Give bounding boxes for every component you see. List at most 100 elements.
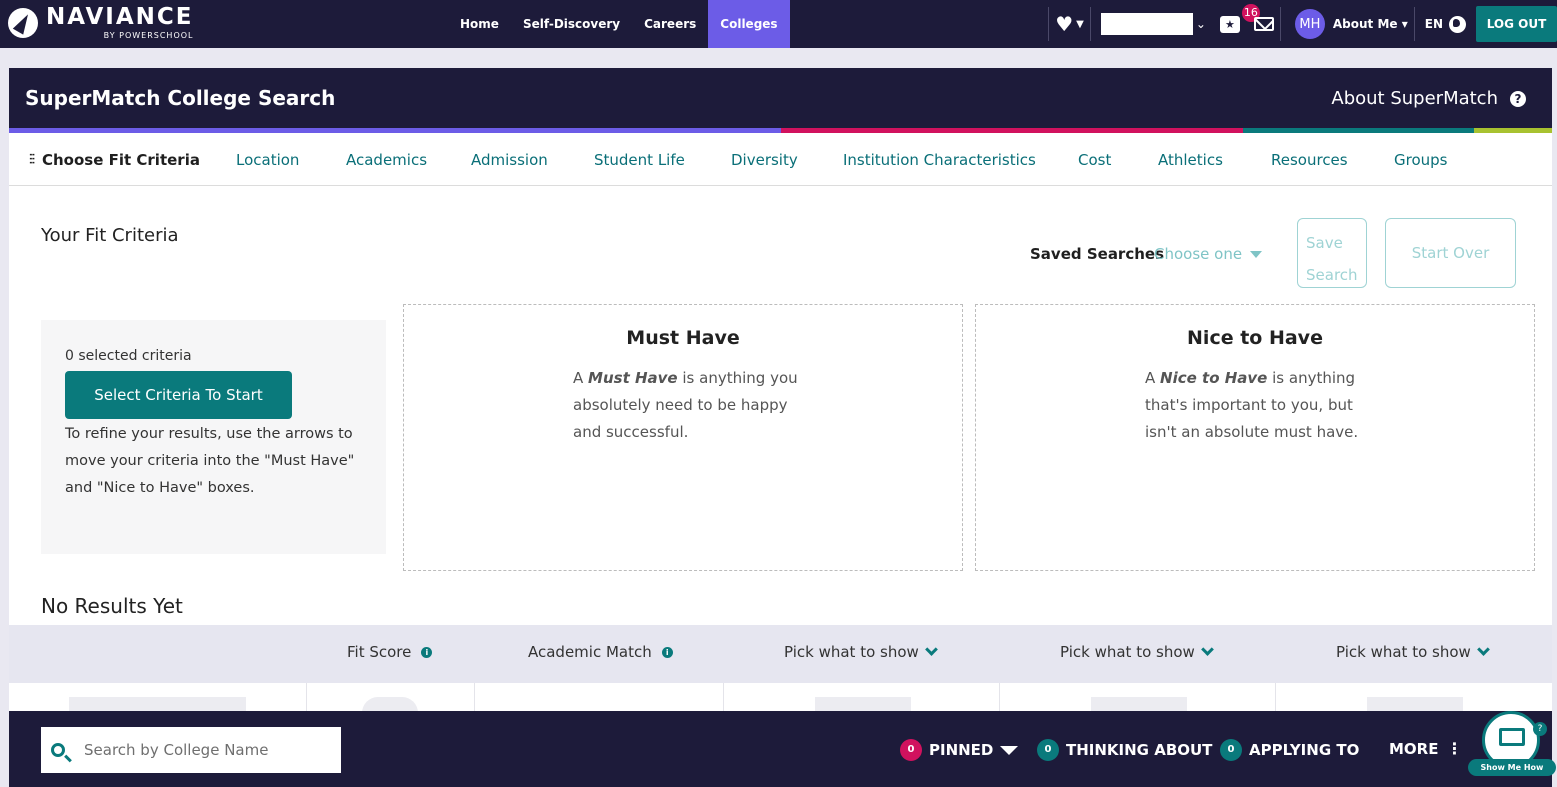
tab-student-life[interactable]: Student Life bbox=[594, 151, 685, 169]
select-criteria-button[interactable]: Select Criteria To Start bbox=[65, 371, 292, 419]
pinned-tab[interactable]: 0 PINNED bbox=[900, 739, 1019, 761]
nav-self-discovery[interactable]: Self-Discovery bbox=[511, 0, 632, 48]
nav-colleges[interactable]: Colleges bbox=[708, 0, 790, 48]
nav-utilities: ♥ ▼ ⌄ ★ 16 MH About Me ▾ EN LOG OUT bbox=[1042, 0, 1557, 48]
chevron-down-icon[interactable] bbox=[1250, 251, 1262, 258]
supermatch-panel: SuperMatch College Search About SuperMat… bbox=[9, 68, 1552, 787]
tab-institution-characteristics[interactable]: Institution Characteristics bbox=[843, 151, 1036, 169]
search-placeholder: Search by College Name bbox=[84, 741, 269, 759]
divider bbox=[1413, 7, 1415, 41]
applying-label: APPLYING TO bbox=[1249, 741, 1360, 759]
nice-to-have-dropzone[interactable]: Nice to Have A Nice to Have is anything … bbox=[975, 304, 1535, 571]
messages-button[interactable]: 16 bbox=[1241, 4, 1274, 31]
about-supermatch-link[interactable]: About SuperMatch ? bbox=[1331, 88, 1526, 109]
divider bbox=[1048, 7, 1050, 41]
info-icon[interactable]: i bbox=[421, 646, 433, 658]
about-supermatch-label: About SuperMatch bbox=[1331, 88, 1498, 109]
globe-icon[interactable] bbox=[1449, 15, 1466, 33]
sliders-icon: ⫶⫶ bbox=[29, 152, 35, 168]
applying-count: 0 bbox=[1220, 739, 1242, 761]
about-me-menu[interactable]: About Me ▾ bbox=[1333, 17, 1408, 31]
placeholder-cell bbox=[475, 683, 724, 713]
selected-criteria-box: 0 selected criteria Select Criteria To S… bbox=[41, 320, 386, 554]
save-search-label-2: Search bbox=[1306, 266, 1358, 284]
save-search-button[interactable]: Save Search bbox=[1297, 218, 1367, 288]
nav-careers[interactable]: Careers bbox=[632, 0, 708, 48]
must-have-title: Must Have bbox=[626, 327, 740, 349]
thinking-about-tab[interactable]: 0 THINKING ABOUT bbox=[1037, 739, 1212, 761]
placeholder-cell bbox=[307, 683, 475, 713]
tab-cost[interactable]: Cost bbox=[1078, 151, 1111, 169]
col-pick-3[interactable]: Pick what to show bbox=[1336, 642, 1490, 661]
page-title: SuperMatch College Search bbox=[25, 86, 336, 110]
brand-subtitle: BY POWERSCHOOL bbox=[103, 31, 194, 40]
nice-to-have-title: Nice to Have bbox=[1187, 327, 1323, 349]
must-have-description: A Must Have is anything you absolutely n… bbox=[573, 369, 798, 441]
col-academic-match: Academic Match i bbox=[528, 643, 673, 661]
naviance-logo[interactable]: NAVIANCE BY POWERSCHOOL bbox=[8, 6, 194, 40]
chevron-down-icon bbox=[1476, 642, 1490, 656]
more-label: MORE bbox=[1389, 739, 1439, 758]
more-icon: ⋮ bbox=[1446, 739, 1463, 758]
caret-down-icon[interactable]: ▼ bbox=[1076, 19, 1084, 30]
tab-diversity[interactable]: Diversity bbox=[731, 151, 798, 169]
main-nav: Home Self-Discovery Careers Colleges bbox=[448, 0, 790, 48]
help-icon[interactable]: ? bbox=[1510, 90, 1526, 107]
college-list-bar: Search by College Name 0 PINNED 0 THINKI… bbox=[9, 711, 1556, 787]
pinned-label: PINNED bbox=[929, 741, 994, 759]
results-header: Fit Score i Academic Match i Pick what to … bbox=[9, 625, 1552, 683]
more-menu[interactable]: MORE ⋮ bbox=[1389, 739, 1462, 758]
tab-academics[interactable]: Academics bbox=[346, 151, 427, 169]
divider bbox=[1279, 7, 1281, 41]
placeholder-row bbox=[9, 683, 1552, 713]
applying-to-tab[interactable]: 0 APPLYING TO bbox=[1220, 739, 1359, 761]
tab-admission[interactable]: Admission bbox=[471, 151, 548, 169]
logout-button[interactable]: LOG OUT bbox=[1476, 6, 1557, 42]
tab-athletics[interactable]: Athletics bbox=[1158, 151, 1223, 169]
criteria-tabs: ⫶⫶ Choose Fit Criteria Location Academic… bbox=[9, 133, 1552, 186]
divider bbox=[1089, 7, 1091, 41]
brand-name: NAVIANCE bbox=[46, 4, 194, 30]
heart-icon[interactable]: ♥ bbox=[1055, 12, 1073, 36]
caret-down-icon bbox=[1000, 745, 1019, 755]
tab-choose-fit-criteria[interactable]: ⫶⫶ Choose Fit Criteria bbox=[29, 151, 200, 169]
col-pick-2[interactable]: Pick what to show bbox=[1060, 642, 1214, 661]
tab-resources[interactable]: Resources bbox=[1271, 151, 1348, 169]
col-fit-score: Fit Score i bbox=[347, 643, 433, 661]
tab-label: Choose Fit Criteria bbox=[42, 151, 200, 169]
selected-criteria-count: 0 selected criteria bbox=[65, 348, 192, 364]
chevron-down-icon bbox=[1200, 642, 1214, 656]
chevron-down-icon bbox=[924, 642, 938, 656]
search-icon bbox=[51, 743, 65, 757]
tab-location[interactable]: Location bbox=[236, 151, 299, 169]
start-over-button[interactable]: Start Over bbox=[1385, 218, 1516, 288]
mail-icon bbox=[1253, 17, 1274, 31]
saved-searches-select[interactable]: Choose one bbox=[1154, 245, 1242, 263]
save-search-label-1: Save bbox=[1306, 234, 1343, 252]
college-search-input[interactable]: Search by College Name bbox=[41, 727, 341, 773]
top-nav: NAVIANCE BY POWERSCHOOL Home Self-Discov… bbox=[0, 0, 1557, 48]
col-pick-1[interactable]: Pick what to show bbox=[784, 642, 938, 661]
saved-searches-label: Saved Searches bbox=[1030, 245, 1165, 263]
star-bubble-icon[interactable]: ★ bbox=[1219, 15, 1240, 33]
account-select[interactable] bbox=[1100, 13, 1193, 35]
language-select[interactable]: EN bbox=[1425, 17, 1443, 31]
chevron-down-icon[interactable]: ⌄ bbox=[1196, 17, 1206, 31]
nice-to-have-description: A Nice to Have is anything that's import… bbox=[1145, 369, 1359, 441]
panel-header: SuperMatch College Search About SuperMat… bbox=[9, 68, 1552, 128]
placeholder-cell bbox=[724, 683, 1000, 713]
criteria-help-text: To refine your results, use the arrows t… bbox=[65, 426, 355, 496]
thinking-label: THINKING ABOUT bbox=[1066, 741, 1213, 759]
info-icon[interactable]: i bbox=[661, 646, 673, 658]
show-me-how-label: Show Me How bbox=[1468, 759, 1556, 776]
must-have-dropzone[interactable]: Must Have A Must Have is anything you ab… bbox=[403, 304, 963, 571]
pinned-count: 0 bbox=[900, 739, 922, 761]
thinking-count: 0 bbox=[1037, 739, 1059, 761]
placeholder-cell bbox=[1276, 683, 1552, 713]
results-title: No Results Yet bbox=[41, 594, 183, 618]
show-me-how-button[interactable]: ? Show Me How bbox=[1468, 711, 1556, 787]
tab-groups[interactable]: Groups bbox=[1394, 151, 1447, 169]
avatar[interactable]: MH bbox=[1294, 9, 1325, 39]
placeholder-cell bbox=[9, 683, 307, 713]
nav-home[interactable]: Home bbox=[448, 0, 511, 48]
